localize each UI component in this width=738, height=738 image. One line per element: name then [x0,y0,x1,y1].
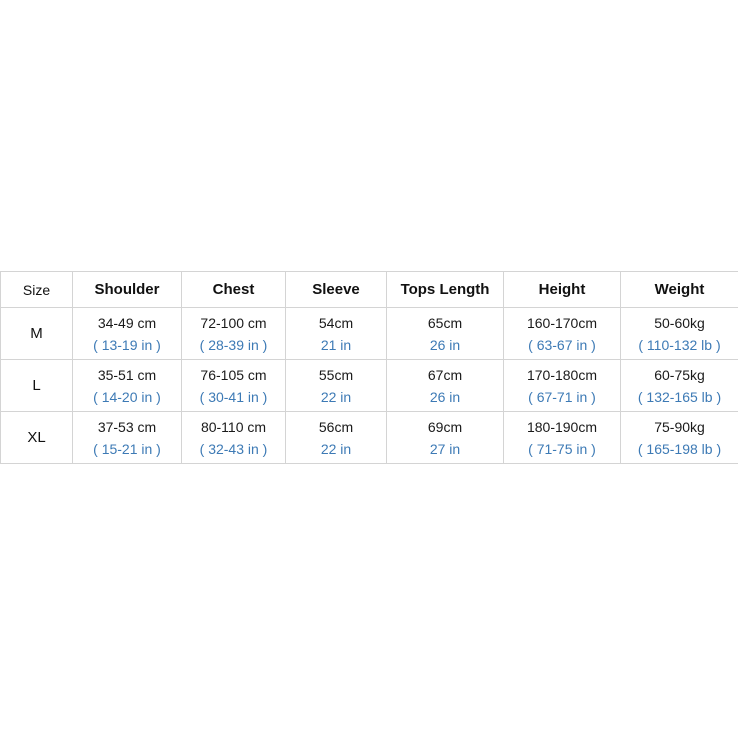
cell-shoulder: 37-53 cm ( 15-21 in ) [72,411,182,464]
imperial-value: ( 71-75 in ) [528,440,596,457]
imperial-value: ( 67-71 in ) [528,388,596,405]
metric-value: 170-180cm [526,366,598,383]
cell-weight: 75-90kg ( 165-198 lb ) [620,411,738,464]
size-label: L [0,359,73,412]
imperial-value: 26 in [429,336,461,353]
header-shoulder: Shoulder [72,271,182,308]
imperial-value: ( 15-21 in ) [93,440,161,457]
table-row: M 34-49 cm ( 13-19 in ) 72-100 cm ( 28-39 in… [0,307,738,360]
cell-sleeve: 56cm 22 in [285,411,387,464]
cell-tops-length: 69cm 27 in [386,411,504,464]
imperial-value: 27 in [429,440,461,457]
metric-value: 69cm [427,418,463,435]
imperial-value: ( 13-19 in ) [93,336,161,353]
size-label: M [0,307,73,360]
metric-value: 180-190cm [526,418,598,435]
imperial-value: ( 165-198 lb ) [637,440,722,457]
cell-tops-length: 67cm 26 in [386,359,504,412]
table-row: XL 37-53 cm ( 15-21 in ) 80-110 cm ( 32-43 i… [0,411,738,464]
metric-value: 56cm [318,418,354,435]
cell-chest: 76-105 cm ( 30-41 in ) [181,359,286,412]
header-sleeve: Sleeve [285,271,387,308]
imperial-value: ( 63-67 in ) [528,336,596,353]
metric-value: 67cm [427,366,463,383]
metric-value: 72-100 cm [200,314,267,331]
cell-shoulder: 35-51 cm ( 14-20 in ) [72,359,182,412]
imperial-value: ( 28-39 in ) [199,336,268,353]
metric-value: 35-51 cm [97,366,157,383]
metric-value: 76-105 cm [200,366,267,383]
header-row: Size Shoulder Chest Sleeve Tops Length H… [0,271,738,308]
metric-value: 65cm [427,314,463,331]
cell-shoulder: 34-49 cm ( 13-19 in ) [72,307,182,360]
cell-weight: 60-75kg ( 132-165 lb ) [620,359,738,412]
imperial-value: 22 in [320,440,352,457]
cell-sleeve: 54cm 21 in [285,307,387,360]
table-row: L 35-51 cm ( 14-20 in ) 76-105 cm ( 30-41 in… [0,359,738,412]
cell-height: 160-170cm ( 63-67 in ) [503,307,621,360]
cell-sleeve: 55cm 22 in [285,359,387,412]
metric-value: 160-170cm [526,314,598,331]
metric-value: 75-90kg [654,418,705,435]
metric-value: 55cm [318,366,354,383]
header-height: Height [503,271,621,308]
header-weight: Weight [620,271,738,308]
imperial-value: ( 14-20 in ) [93,388,161,405]
header-size: Size [0,271,73,308]
imperial-value: ( 32-43 in ) [199,440,268,457]
cell-weight: 50-60kg ( 110-132 lb ) [620,307,738,360]
metric-value: 50-60kg [654,314,705,331]
metric-value: 60-75kg [654,366,705,383]
cell-height: 180-190cm ( 71-75 in ) [503,411,621,464]
cell-height: 170-180cm ( 67-71 in ) [503,359,621,412]
cell-tops-length: 65cm 26 in [386,307,504,360]
imperial-value: 21 in [320,336,352,353]
metric-value: 34-49 cm [97,314,157,331]
header-chest: Chest [181,271,286,308]
size-chart-table: Size Shoulder Chest Sleeve Tops Length H… [0,271,738,464]
table-body: M 34-49 cm ( 13-19 in ) 72-100 cm ( 28-39 in… [0,307,738,464]
imperial-value: 22 in [320,388,352,405]
metric-value: 37-53 cm [97,418,157,435]
metric-value: 80-110 cm [200,418,267,435]
cell-chest: 72-100 cm ( 28-39 in ) [181,307,286,360]
size-label: XL [0,411,73,464]
cell-chest: 80-110 cm ( 32-43 in ) [181,411,286,464]
imperial-value: ( 110-132 lb ) [638,336,721,353]
imperial-value: ( 132-165 lb ) [637,388,722,405]
imperial-value: ( 30-41 in ) [199,388,268,405]
header-tops-length: Tops Length [386,271,504,308]
imperial-value: 26 in [429,388,461,405]
metric-value: 54cm [318,314,354,331]
